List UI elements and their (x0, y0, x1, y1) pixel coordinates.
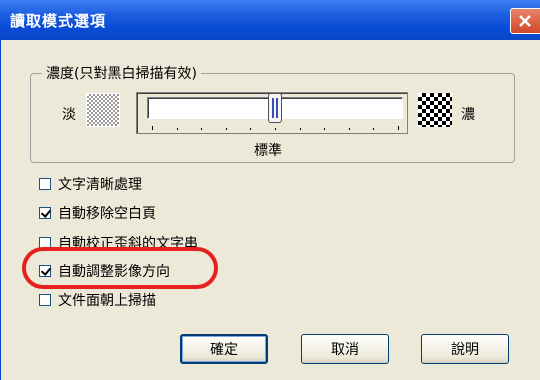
slider-tick (373, 128, 374, 130)
title-bar: 讀取模式選項 (0, 0, 540, 40)
checkbox[interactable] (39, 207, 51, 219)
dark-pattern-icon (418, 93, 452, 127)
help-button[interactable]: 說明 (421, 334, 509, 364)
slider-tick (275, 128, 276, 130)
slider-tick (300, 128, 301, 130)
option-text-enhance[interactable]: 文字清晰處理 (39, 174, 142, 194)
option-label: 文字清晰處理 (58, 177, 142, 193)
option-face-up-scan[interactable]: 文件面朝上掃描 (39, 290, 156, 310)
close-button[interactable] (510, 8, 540, 34)
density-group-label: 濃度(只對黑白掃描有效) (42, 63, 201, 83)
window-title: 讀取模式選項 (10, 12, 107, 30)
dark-label: 濃 (461, 107, 475, 123)
density-slider-thumb[interactable] (268, 93, 282, 123)
light-pattern-icon (86, 93, 120, 127)
slider-tick (201, 128, 202, 130)
slider-tick (324, 128, 325, 130)
option-label: 自動移除空白頁 (58, 206, 156, 222)
ok-button[interactable]: 確定 (180, 334, 268, 364)
checkbox[interactable] (39, 294, 51, 306)
slider-tick (349, 128, 350, 130)
close-icon (519, 15, 531, 27)
slider-tick (398, 126, 399, 130)
checkbox[interactable] (39, 178, 51, 190)
slider-tick (250, 128, 251, 130)
slider-position-label: 標準 (254, 143, 282, 159)
option-label: 文件面朝上掃描 (58, 293, 156, 309)
slider-tick (226, 128, 227, 130)
cancel-button[interactable]: 取消 (301, 334, 389, 364)
highlight-ring (22, 247, 218, 289)
option-remove-blank-page[interactable]: 自動移除空白頁 (39, 203, 156, 223)
slider-tick (152, 126, 153, 130)
light-label: 淡 (62, 107, 76, 123)
slider-tick (177, 128, 178, 130)
